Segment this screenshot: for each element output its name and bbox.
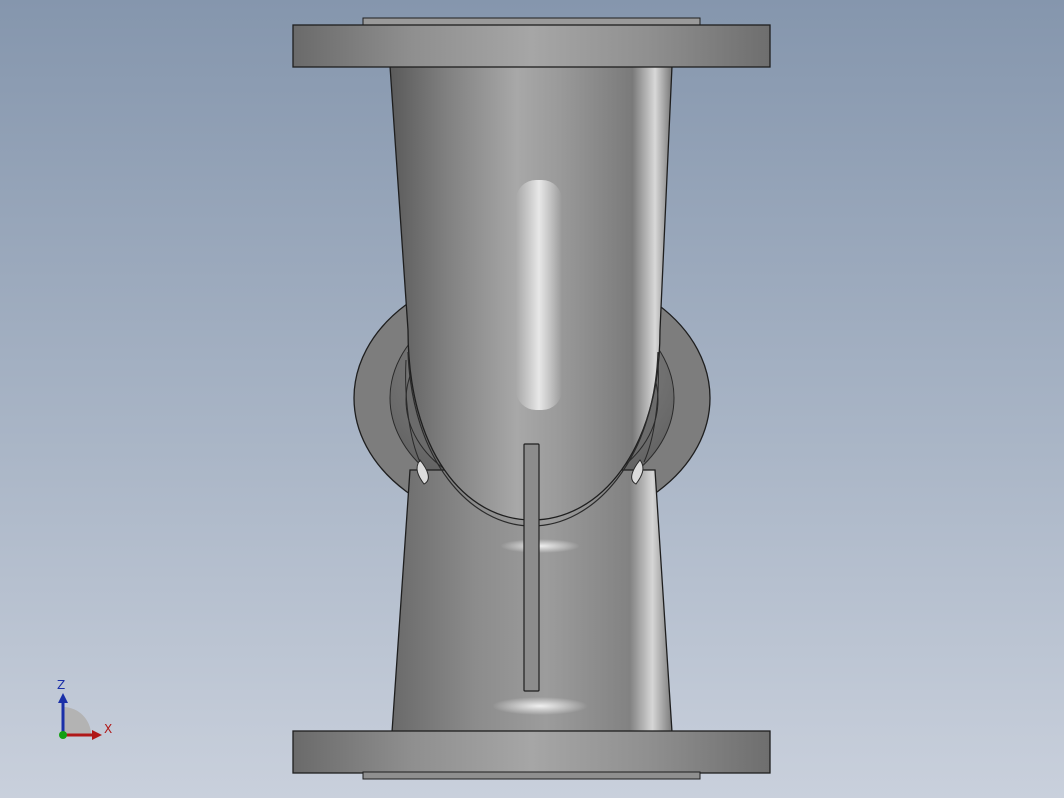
y-axis-dot — [59, 731, 67, 739]
axis-triad: Z X — [57, 678, 112, 740]
vertical-slot[interactable] — [523, 443, 540, 692]
upper-highlight — [516, 180, 562, 410]
tee-fitting-model[interactable] — [0, 0, 1064, 798]
lower-highlight — [492, 697, 588, 715]
x-axis-label: X — [104, 722, 112, 736]
graphics-viewport[interactable]: Z X — [0, 0, 1064, 798]
z-axis-label: Z — [57, 678, 65, 692]
top-flange[interactable] — [292, 17, 771, 68]
triad-quarter-disc — [63, 707, 91, 735]
mid-highlight — [500, 539, 580, 553]
bottom-flange[interactable] — [292, 730, 771, 780]
z-axis-arrow — [58, 693, 68, 703]
x-axis-arrow — [92, 730, 102, 740]
